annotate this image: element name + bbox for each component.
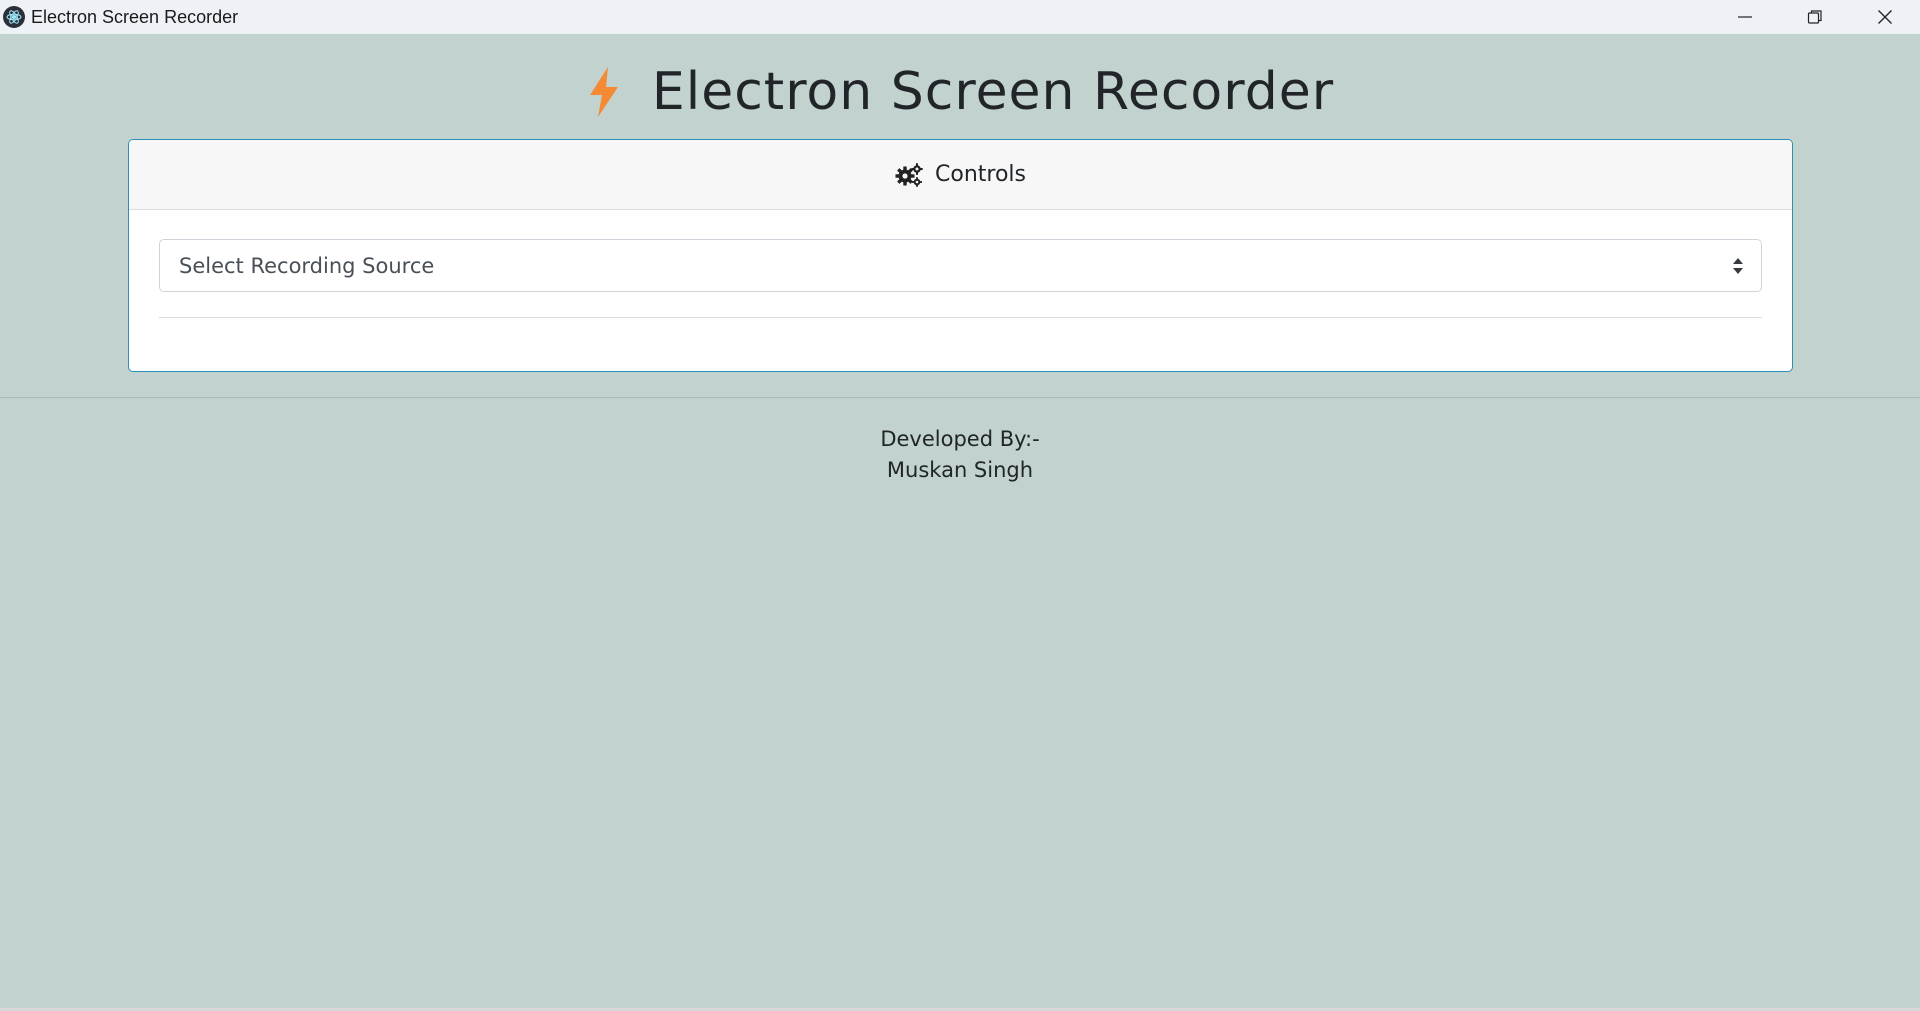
page-title: Electron Screen Recorder (651, 62, 1335, 122)
controls-card: Controls Select Recording Source (128, 139, 1793, 372)
controls-card-title: Controls (935, 162, 1026, 187)
recording-source-select[interactable]: Select Recording Source (159, 239, 1762, 292)
gears-icon (895, 162, 923, 187)
close-icon (1878, 10, 1892, 24)
window-titlebar: Electron Screen Recorder (0, 0, 1920, 34)
divider (159, 317, 1762, 318)
recording-source-select-value: Select Recording Source (179, 253, 435, 278)
restore-button[interactable] (1780, 0, 1850, 34)
app-header: Electron Screen Recorder (0, 62, 1920, 122)
footer-developer-name: Muskan Singh (886, 458, 1034, 482)
controls-card-header: Controls (129, 140, 1792, 210)
window-controls (1710, 0, 1920, 34)
minimize-icon (1738, 16, 1752, 18)
electron-app-icon (3, 6, 25, 28)
restore-icon (1807, 10, 1822, 24)
footer-credit-label: Developed By:- (880, 427, 1040, 451)
sort-caret-icon (1732, 257, 1744, 279)
window-title: Electron Screen Recorder (31, 6, 239, 27)
minimize-button[interactable] (1710, 0, 1780, 34)
footer-divider (0, 397, 1920, 398)
close-button[interactable] (1850, 0, 1920, 34)
bolt-icon (586, 65, 622, 119)
footer: Developed By:- Muskan Singh (0, 424, 1920, 486)
